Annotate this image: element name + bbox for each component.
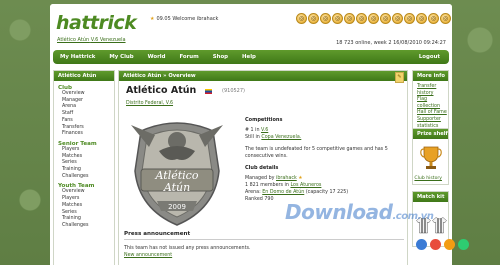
away-shirt-icon [432, 217, 447, 234]
supporter-icon: ★ [298, 176, 303, 181]
transfer-history-link[interactable]: Transfer history [417, 84, 448, 97]
page-title: Atlético Atún [126, 85, 197, 96]
club-info: Competitions # 1 in V.6 Still in Copa Ve… [245, 117, 405, 203]
team-link-league[interactable]: V.6 Venezuela [91, 37, 126, 43]
sidebar-title: Atlético Atún [54, 71, 114, 81]
cup-line: Still in Copa Venezuela. [245, 134, 405, 141]
cup-link[interactable]: Copa Venezuela. [261, 135, 301, 140]
managed-prefix: Managed by [245, 176, 275, 181]
club-history-link[interactable]: Club history [414, 176, 442, 181]
flag-collection-link[interactable]: Flag collection [417, 97, 448, 110]
manager-line: Managed by ibrahack ★ [245, 175, 405, 182]
main-content: Atlético Atún » Overview ✎ Atlético Atún… [118, 70, 408, 265]
hattrick-logo[interactable]: hattrick [56, 12, 137, 34]
arena-capacity: (capacity 17 225) [305, 190, 349, 195]
nav-my-club[interactable]: My Club [102, 54, 140, 60]
arena-line: Arena: En Domo de Atún (capacity 17 225) [245, 189, 405, 196]
club-region-link[interactable]: Distrito Federal, V.6 [126, 101, 173, 106]
sidebar-item-overview[interactable]: Overview [58, 91, 114, 98]
header-icon-row: ◎ ◎ ◎ ◎ ◎ ◎ ◎ ◎ ◎ ◎ ◎ ◎ ◎ ◎ ◎ [296, 13, 452, 24]
club-crest: Atlético Atún 2009 [131, 122, 223, 226]
club-details-heading: Club details [245, 165, 279, 171]
manager-link[interactable]: ibrahack [276, 176, 297, 181]
ball-icon[interactable]: ◎ [356, 13, 367, 24]
page: hattrick Atlético Atún V.6 Venezuela ★ 09… [50, 4, 452, 265]
venezuela-flag-icon [205, 89, 212, 94]
notebook-icon[interactable]: ✎ [395, 72, 404, 83]
watermark-main: Download [285, 200, 393, 224]
club-id: (910527) [222, 88, 245, 94]
sidebar-item-youth-training[interactable]: Training [58, 216, 114, 223]
watermark-suffix: .com.vn [392, 211, 434, 222]
ball-icon[interactable]: ◎ [440, 13, 451, 24]
team-link-name[interactable]: Atlético Atún [57, 37, 89, 43]
press-heading: Press announcement [124, 231, 404, 240]
unbeaten-text: The team is undefeated for 5 competitive… [245, 147, 388, 159]
arena-prefix: Arena: [245, 190, 261, 195]
sidebar-item-fans[interactable]: Fans [58, 118, 114, 125]
cup-prefix: Still in [245, 135, 260, 140]
ball-icon[interactable]: ◎ [308, 13, 319, 24]
league-link[interactable]: V.6 [261, 128, 268, 133]
red-dot [430, 239, 441, 250]
rank-prefix: # 1 in [245, 128, 260, 133]
nav-world[interactable]: World [141, 54, 173, 60]
sidebar-item-finances[interactable]: Finances [58, 131, 114, 138]
ball-icon[interactable]: ◎ [332, 13, 343, 24]
hall-of-fame-link[interactable]: Hall of Fame [417, 110, 448, 117]
prize-shelf-title: Prize shelf [413, 129, 448, 139]
ball-icon[interactable]: ◎ [344, 13, 355, 24]
sidebar-item-youth-challenges[interactable]: Challenges [58, 223, 114, 230]
orange-dot [444, 239, 455, 250]
logout-button[interactable]: Logout [412, 54, 449, 60]
welcome-message: ★ 09.05 Welcome ibrahack [150, 16, 218, 22]
ball-icon[interactable]: ◎ [380, 13, 391, 24]
new-announcement-link[interactable]: New announcement [124, 253, 404, 258]
online-status: 18 723 online, week 2 16/08/2010 09:24:2… [336, 40, 446, 46]
ball-icon[interactable]: ◎ [320, 13, 331, 24]
crest-year: 2009 [168, 203, 186, 211]
nav-shop[interactable]: Shop [206, 54, 235, 60]
watermark: Download.com.vn [285, 200, 434, 224]
ball-icon[interactable]: ◎ [428, 13, 439, 24]
trophy-icon[interactable] [420, 145, 442, 173]
nav-help[interactable]: Help [235, 54, 263, 60]
header: hattrick Atlético Atún V.6 Venezuela ★ 09… [50, 4, 452, 48]
green-dot [458, 239, 469, 250]
welcome-text: 09.05 Welcome ibrahack [156, 16, 219, 22]
sidebar-item-youth-matches[interactable]: Matches [58, 203, 114, 210]
more-info-title: More info [413, 71, 448, 81]
team-link[interactable]: Atlético Atún V.6 Venezuela [57, 37, 126, 43]
press-text: This team has not issued any press annou… [124, 246, 251, 251]
left-sidebar: Atlético Atún Club Overview Manager Aren… [53, 70, 115, 265]
nav-my-hattrick[interactable]: My Hattrick [53, 54, 102, 60]
star-icon: ★ [150, 16, 155, 22]
ball-icon[interactable]: ◎ [404, 13, 415, 24]
arena-link[interactable]: En Domo de Atún [262, 190, 304, 195]
ball-icon[interactable]: ◎ [368, 13, 379, 24]
members-line: 1 821 members in Los Atuneros [245, 182, 405, 189]
ball-icon[interactable]: ◎ [416, 13, 427, 24]
fanclub-link[interactable]: Los Atuneros [290, 183, 321, 188]
sidebar-item-youth-players[interactable]: Players [58, 196, 114, 203]
blue-dot [416, 239, 427, 250]
main-nav: My Hattrick My Club World Forum Shop Hel… [53, 50, 449, 64]
nav-forum[interactable]: Forum [172, 54, 205, 60]
competitions-heading: Competitions [245, 117, 283, 123]
sidebar-item-challenges[interactable]: Challenges [58, 174, 114, 181]
press-section: Press announcement This team has not iss… [124, 231, 404, 258]
ball-icon[interactable]: ◎ [296, 13, 307, 24]
sidebar-item-players[interactable]: Players [58, 147, 114, 154]
sidebar-menu: Club Overview Manager Arena Staff Fans T… [54, 81, 114, 230]
members-prefix: 1 821 members in [245, 183, 289, 188]
prize-shelf-box: Prize shelf Club history [412, 128, 449, 185]
ball-icon[interactable]: ◎ [392, 13, 403, 24]
crest-text-2: Atún [163, 181, 190, 194]
watermark-dots [416, 239, 469, 250]
rank-line: # 1 in V.6 [245, 127, 405, 134]
breadcrumb: Atlético Atún » Overview [119, 71, 407, 81]
sidebar-item-training[interactable]: Training [58, 167, 114, 174]
sidebar-item-staff[interactable]: Staff [58, 111, 114, 118]
prize-shelf: Club history [413, 139, 448, 184]
